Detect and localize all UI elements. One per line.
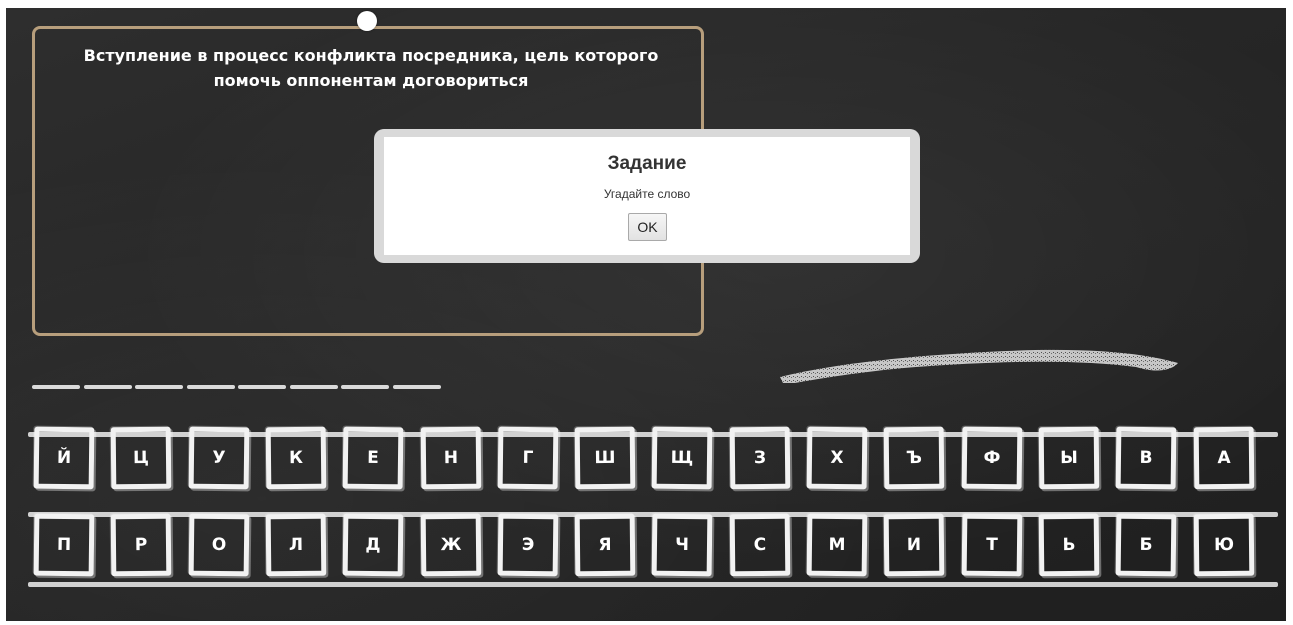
letter-key[interactable]: М [806,513,868,577]
letter-key[interactable]: Й [33,426,95,490]
answer-blank [289,385,338,389]
answer-blank [341,385,389,389]
letter-key[interactable]: А [1193,426,1254,490]
task-dialog-body: Задание Угадайте слово OK [384,137,910,255]
letter-key[interactable]: Х [806,426,868,490]
letter-key[interactable]: Ь [1038,513,1100,577]
letter-key[interactable]: Ч [652,513,713,577]
letter-key[interactable]: Д [342,513,404,577]
answer-blank [238,385,286,389]
letter-key[interactable]: Ф [961,426,1022,490]
keyboard-rail-bottom [28,582,1278,587]
answer-blank [135,385,183,389]
ok-button[interactable]: OK [628,213,667,241]
letter-key[interactable]: И [883,513,945,577]
letter-key[interactable]: Н [420,426,481,490]
letter-key[interactable]: Т [961,513,1022,577]
answer-blank [186,385,235,389]
dialog-title: Задание [607,153,687,174]
letter-key[interactable]: Ю [1193,513,1254,577]
letter-key[interactable]: Ж [420,513,481,577]
letter-key[interactable]: Я [574,513,636,577]
answer-blank [392,385,441,389]
letter-key[interactable]: У [188,426,249,490]
question-text: Вступление в процесс конфликта посредник… [83,46,659,90]
letter-key[interactable]: П [33,513,95,577]
chalk-smear-decoration [780,349,1178,383]
letter-key[interactable]: Г [497,426,559,490]
letter-key[interactable]: Ы [1038,426,1100,490]
letter-key[interactable]: Б [1115,513,1177,577]
letter-key[interactable]: К [265,426,327,490]
letter-key[interactable]: Э [497,513,559,577]
letter-key[interactable]: Ш [574,426,636,490]
pin-icon [357,11,377,31]
dialog-message: Угадайте слово [603,187,691,201]
chalkboard: Вступление в процесс конфликта посредник… [6,8,1286,621]
letter-key[interactable]: Ъ [883,426,945,490]
letter-key[interactable]: Е [342,426,404,490]
letter-key[interactable]: О [188,513,249,577]
task-dialog: Задание Угадайте слово OK [374,129,920,263]
answer-blank [83,385,132,389]
letter-key[interactable]: Ц [110,426,172,490]
letter-key[interactable]: В [1115,426,1177,490]
letter-key[interactable]: С [729,513,791,577]
letter-key[interactable]: Р [110,513,172,577]
letter-key[interactable]: Л [265,513,327,577]
letter-key[interactable]: Щ [652,426,713,490]
answer-blank [32,385,80,389]
letter-key[interactable]: З [729,426,791,490]
